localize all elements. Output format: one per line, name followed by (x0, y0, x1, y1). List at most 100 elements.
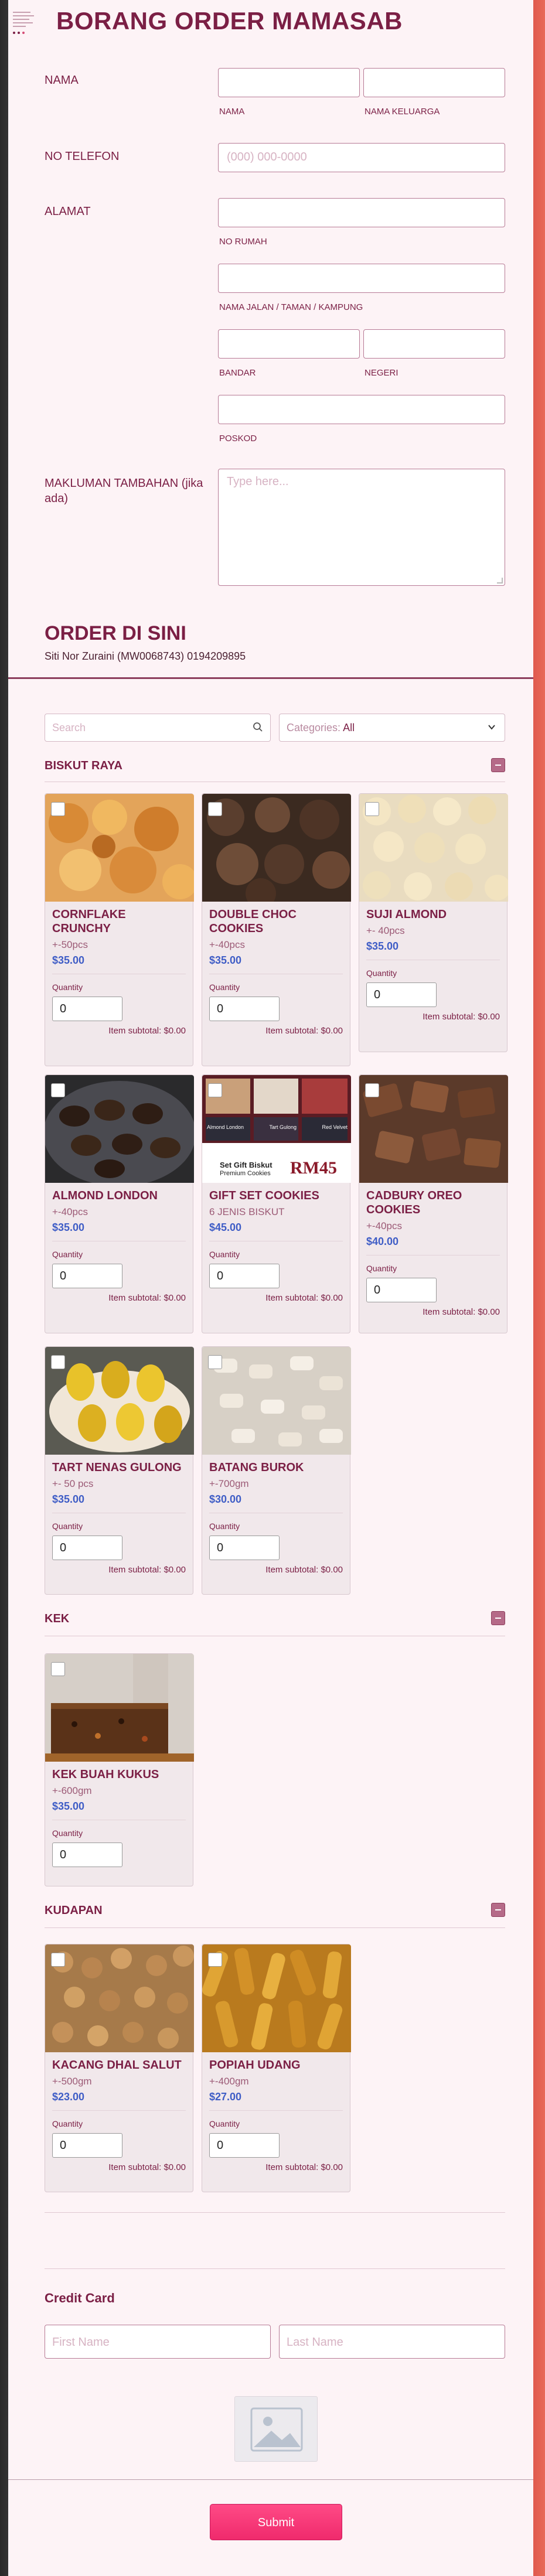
quantity-input[interactable]: 0 (52, 1536, 122, 1560)
product-desc: +-40pcs (52, 1206, 88, 1217)
product-search-input[interactable]: Search (45, 714, 271, 742)
product-card: TART NENAS GULONG +- 50 pcs $35.00 Quant… (45, 1346, 194, 1595)
nama-label: NAMA (45, 74, 79, 87)
item-subtotal: Item subtotal: $0.00 (108, 1026, 186, 1036)
product-checkbox[interactable] (365, 1083, 379, 1097)
product-price: $35.00 (52, 954, 85, 966)
street-input[interactable] (218, 264, 505, 293)
product-price: $45.00 (209, 1222, 242, 1233)
order-divider (8, 677, 533, 679)
item-subtotal: Item subtotal: $0.00 (423, 1307, 500, 1317)
resize-handle-icon[interactable] (497, 578, 503, 584)
phone-input[interactable]: (000) 000-0000 (218, 143, 505, 172)
quantity-input[interactable]: 0 (52, 2133, 122, 2158)
quantity-input[interactable]: 0 (52, 1843, 122, 1867)
gift-overlay-price: RM45 (290, 1158, 337, 1178)
product-card: CADBURY OREO COOKIES +-40pcs $40.00 Quan… (359, 1074, 508, 1333)
notes-placeholder: Type here... (227, 475, 289, 488)
first-name-input[interactable] (218, 68, 360, 97)
product-checkbox[interactable] (208, 1083, 222, 1097)
category-prefix: Categories: (287, 722, 341, 733)
telefon-label: NO TELEFON (45, 150, 120, 163)
product-checkbox[interactable] (208, 802, 222, 816)
last-name-input[interactable] (363, 68, 505, 97)
house-number-input[interactable] (218, 198, 505, 227)
postcode-sublabel: POSKOD (219, 434, 257, 443)
item-subtotal: Item subtotal: $0.00 (265, 2162, 343, 2172)
product-card: BATANG BUROK +-700gm $30.00 Quantity 0 I… (202, 1346, 351, 1595)
quantity-label: Quantity (209, 982, 240, 992)
product-checkbox[interactable] (208, 1355, 222, 1369)
quantity-label: Quantity (52, 1828, 83, 1838)
state-input[interactable] (363, 329, 505, 359)
product-checkbox[interactable] (51, 1083, 65, 1097)
quantity-input[interactable]: 0 (209, 1536, 280, 1560)
quantity-label: Quantity (209, 1521, 240, 1531)
category-value: All (343, 722, 355, 733)
product-name: CADBURY OREO COOKIES (366, 1189, 462, 1216)
state-sublabel: NEGERI (365, 368, 398, 378)
section-divider (45, 2268, 505, 2269)
last-name-sublabel: NAMA KELUARGA (365, 107, 440, 117)
product-desc: +-700gm (209, 1478, 249, 1489)
product-name: DOUBLE CHOC COOKIES (209, 908, 297, 935)
product-image-kacang (45, 1944, 194, 2052)
postcode-input[interactable] (218, 395, 505, 424)
product-checkbox[interactable] (208, 1953, 222, 1967)
gift-overlay-line2: Premium Cookies (220, 1170, 271, 1177)
first-name-sublabel: NAMA (219, 107, 245, 117)
quantity-input[interactable]: 0 (209, 2133, 280, 2158)
product-desc: +- 50 pcs (52, 1478, 94, 1489)
quantity-input[interactable]: 0 (209, 997, 280, 1021)
quantity-input[interactable]: 0 (209, 1264, 280, 1288)
collapse-icon[interactable] (491, 758, 505, 772)
product-price: $35.00 (52, 1222, 85, 1233)
product-name: TART NENAS GULONG (52, 1461, 182, 1474)
quantity-label: Quantity (366, 1264, 397, 1273)
product-price: $35.00 (52, 1800, 85, 1812)
product-checkbox[interactable] (51, 1355, 65, 1369)
gift-tags: Almond London Tart Gulong Red Velvet (207, 1124, 348, 1130)
product-name: POPIAH UDANG (209, 2059, 301, 2072)
search-icon[interactable] (253, 722, 263, 732)
card-last-name-input[interactable]: Last Name (279, 2325, 505, 2359)
product-checkbox[interactable] (51, 1953, 65, 1967)
quantity-input[interactable]: 0 (52, 997, 122, 1021)
submit-button[interactable]: Submit (210, 2504, 342, 2540)
notes-textarea[interactable]: Type here... (218, 469, 505, 586)
quantity-input[interactable]: 0 (366, 982, 437, 1007)
product-image-batang (202, 1347, 351, 1455)
footer-divider (8, 2479, 533, 2480)
product-price: $35.00 (366, 940, 399, 952)
quantity-input[interactable]: 0 (366, 1278, 437, 1302)
quantity-label: Quantity (52, 982, 83, 992)
product-price: $40.00 (366, 1236, 399, 1247)
product-card: Almond London Tart Gulong Red Velvet Set… (202, 1074, 351, 1333)
quantity-input[interactable]: 0 (52, 1264, 122, 1288)
item-subtotal: Item subtotal: $0.00 (265, 1293, 343, 1303)
item-subtotal: Item subtotal: $0.00 (108, 1565, 186, 1575)
product-card: SUJI ALMOND +- 40pcs $35.00 Quantity 0 I… (359, 793, 508, 1052)
product-price: $30.00 (209, 1493, 242, 1505)
gift-tag: Tart Gulong (269, 1124, 297, 1130)
section-divider (45, 1927, 505, 1928)
city-input[interactable] (218, 329, 360, 359)
street-sublabel: NAMA JALAN / TAMAN / KAMPUNG (219, 302, 363, 312)
product-card: KEK BUAH KUKUS +-600gm $35.00 Quantity 0 (45, 1653, 194, 1886)
gift-overlay-line1: Set Gift Biskut (220, 1161, 272, 1169)
product-image-popiah (202, 1944, 351, 2052)
collapse-icon[interactable] (491, 1903, 505, 1917)
product-checkbox[interactable] (51, 802, 65, 816)
card-first-name-input[interactable]: First Name (45, 2325, 271, 2359)
product-image-cornflake (45, 794, 194, 902)
collapse-icon[interactable] (491, 1611, 505, 1625)
product-name: KEK BUAH KUKUS (52, 1768, 159, 1781)
chevron-down-icon (488, 725, 495, 730)
house-number-sublabel: NO RUMAH (219, 237, 267, 247)
item-subtotal: Item subtotal: $0.00 (423, 1012, 500, 1022)
quantity-label: Quantity (52, 1250, 83, 1259)
product-checkbox[interactable] (365, 802, 379, 816)
product-card: DOUBLE CHOC COOKIES +-40pcs $35.00 Quant… (202, 793, 351, 1066)
category-select[interactable]: Categories: All (279, 714, 505, 742)
product-checkbox[interactable] (51, 1662, 65, 1676)
